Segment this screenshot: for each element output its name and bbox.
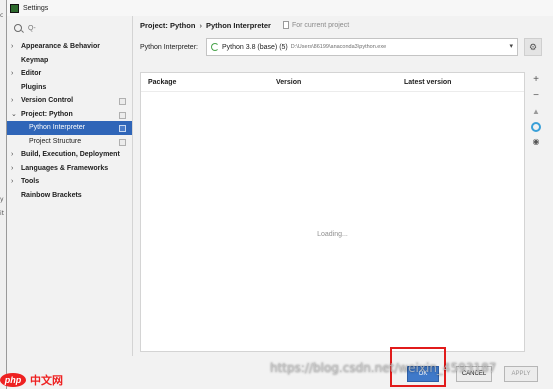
interpreter-row: Python Interpreter: Python 3.8 (base) (5… xyxy=(140,38,547,56)
sidebar-item-project-structure[interactable]: Project Structure xyxy=(7,135,132,149)
sidebar-item-label: Plugins xyxy=(21,83,47,91)
packages-table: Package Version Latest version Loading..… xyxy=(140,72,525,352)
settings-dialog: Settings › Appearance & Behavior Keymap ›… xyxy=(6,0,553,389)
interpreter-name: Python 3.8 (base) (5) xyxy=(222,43,288,51)
sidebar-item-label: Project Structure xyxy=(29,137,82,145)
sidebar-item-label: Tools xyxy=(21,178,40,185)
packages-toolbar: + − ▲ ◉ xyxy=(525,72,547,350)
breadcrumb-separator: › xyxy=(199,20,202,30)
sidebar-item-label: Project: Python xyxy=(21,110,73,118)
sidebar-item-label: Languages & Frameworks xyxy=(21,164,109,172)
sidebar-item-label: Editor xyxy=(21,70,42,77)
upgrade-package-icon[interactable]: ▲ xyxy=(530,106,542,118)
breadcrumb: Project: Python › Python Interpreter For… xyxy=(140,19,349,31)
title-bar[interactable]: Settings xyxy=(7,0,553,16)
remove-package-icon[interactable]: − xyxy=(530,90,542,102)
column-header-version[interactable]: Version xyxy=(276,79,301,86)
search-input[interactable] xyxy=(25,23,129,33)
pycharm-app-icon xyxy=(10,3,19,13)
refresh-icon[interactable] xyxy=(530,122,542,134)
interpreter-label: Python Interpreter: xyxy=(140,43,198,51)
sidebar-item-appearance[interactable]: › Appearance & Behavior xyxy=(7,40,132,54)
sidebar-item-rainbow-brackets[interactable]: Rainbow Brackets xyxy=(7,189,132,203)
sidebar-item-label: Python Interpreter xyxy=(29,124,86,131)
php-logo-text: 中文网 xyxy=(30,374,63,387)
chevron-right-icon[interactable]: › xyxy=(11,175,13,189)
document-icon xyxy=(282,21,289,29)
add-package-icon[interactable]: + xyxy=(530,74,542,86)
interpreter-dropdown[interactable]: Python 3.8 (base) (5) D:\Users\86199\ana… xyxy=(206,38,518,56)
chevron-right-icon[interactable]: › xyxy=(11,67,13,81)
window-title: Settings xyxy=(23,4,49,12)
project-settings-icon xyxy=(119,98,126,105)
project-settings-icon xyxy=(119,138,126,146)
sidebar-item-label: Version Control xyxy=(21,97,74,104)
project-settings-icon xyxy=(119,125,126,132)
interpreter-settings-button[interactable]: ⚙ xyxy=(524,38,542,56)
sidebar-item-label: Keymap xyxy=(21,56,49,64)
dropdown-arrow-icon[interactable]: ▾ xyxy=(509,42,513,50)
search-icon xyxy=(14,24,22,32)
editor-marker: c xyxy=(0,12,4,19)
watermark-url: https://blog.csdn.net/weixin_4593187 xyxy=(270,361,497,375)
php-logo-badge: php xyxy=(0,373,26,387)
scope-hint: For current project xyxy=(282,21,350,29)
sidebar-item-editor[interactable]: › Editor xyxy=(7,67,132,81)
column-header-package[interactable]: Package xyxy=(148,79,176,86)
column-header-latest-version[interactable]: Latest version xyxy=(404,79,451,86)
sidebar-item-plugins[interactable]: Plugins xyxy=(7,81,132,95)
interpreter-path: D:\Users\86199\anaconda3\python.exe xyxy=(290,44,387,50)
sidebar-item-label: Build, Execution, Deployment xyxy=(21,151,120,158)
apply-button[interactable]: APPLY xyxy=(504,366,538,382)
settings-sidebar: › Appearance & Behavior Keymap › Editor Pl… xyxy=(7,16,133,356)
loading-spinner-icon xyxy=(211,43,219,51)
sidebar-item-keymap[interactable]: Keymap xyxy=(7,54,132,68)
breadcrumb-project[interactable]: Project: Python xyxy=(140,21,195,30)
sidebar-item-tools[interactable]: › Tools xyxy=(7,175,132,189)
chevron-right-icon[interactable]: › xyxy=(11,162,13,176)
editor-marker: y xyxy=(0,196,4,203)
chevron-right-icon[interactable]: › xyxy=(11,148,13,162)
packages-table-header: Package Version Latest version xyxy=(141,73,524,92)
show-early-releases-icon[interactable]: ◉ xyxy=(530,136,542,148)
sidebar-item-version-control[interactable]: › Version Control xyxy=(7,94,132,108)
sidebar-item-project-python[interactable]: ⌄ Project: Python xyxy=(7,108,132,122)
sidebar-item-python-interpreter[interactable]: Python Interpreter xyxy=(7,121,132,135)
sidebar-item-languages[interactable]: › Languages & Frameworks xyxy=(7,162,132,176)
breadcrumb-page: Python Interpreter xyxy=(205,20,271,30)
sidebar-search[interactable] xyxy=(11,19,129,37)
chevron-down-icon[interactable]: ⌄ xyxy=(11,108,17,122)
project-settings-icon xyxy=(119,111,126,119)
settings-tree: › Appearance & Behavior Keymap › Editor Pl… xyxy=(7,40,132,202)
sidebar-item-label: Rainbow Brackets xyxy=(21,191,82,199)
gear-icon: ⚙ xyxy=(528,41,538,52)
sidebar-item-label: Appearance & Behavior xyxy=(21,43,100,50)
sidebar-item-build[interactable]: › Build, Execution, Deployment xyxy=(7,148,132,162)
php-site-logo: php 中文网 xyxy=(0,372,63,388)
settings-main-panel: Project: Python › Python Interpreter For… xyxy=(133,16,553,356)
scope-hint-text: For current project xyxy=(291,21,350,29)
editor-marker: it xyxy=(0,210,5,217)
chevron-right-icon[interactable]: › xyxy=(11,40,13,54)
loading-status: Loading... xyxy=(317,231,348,238)
chevron-right-icon[interactable]: › xyxy=(11,94,13,108)
